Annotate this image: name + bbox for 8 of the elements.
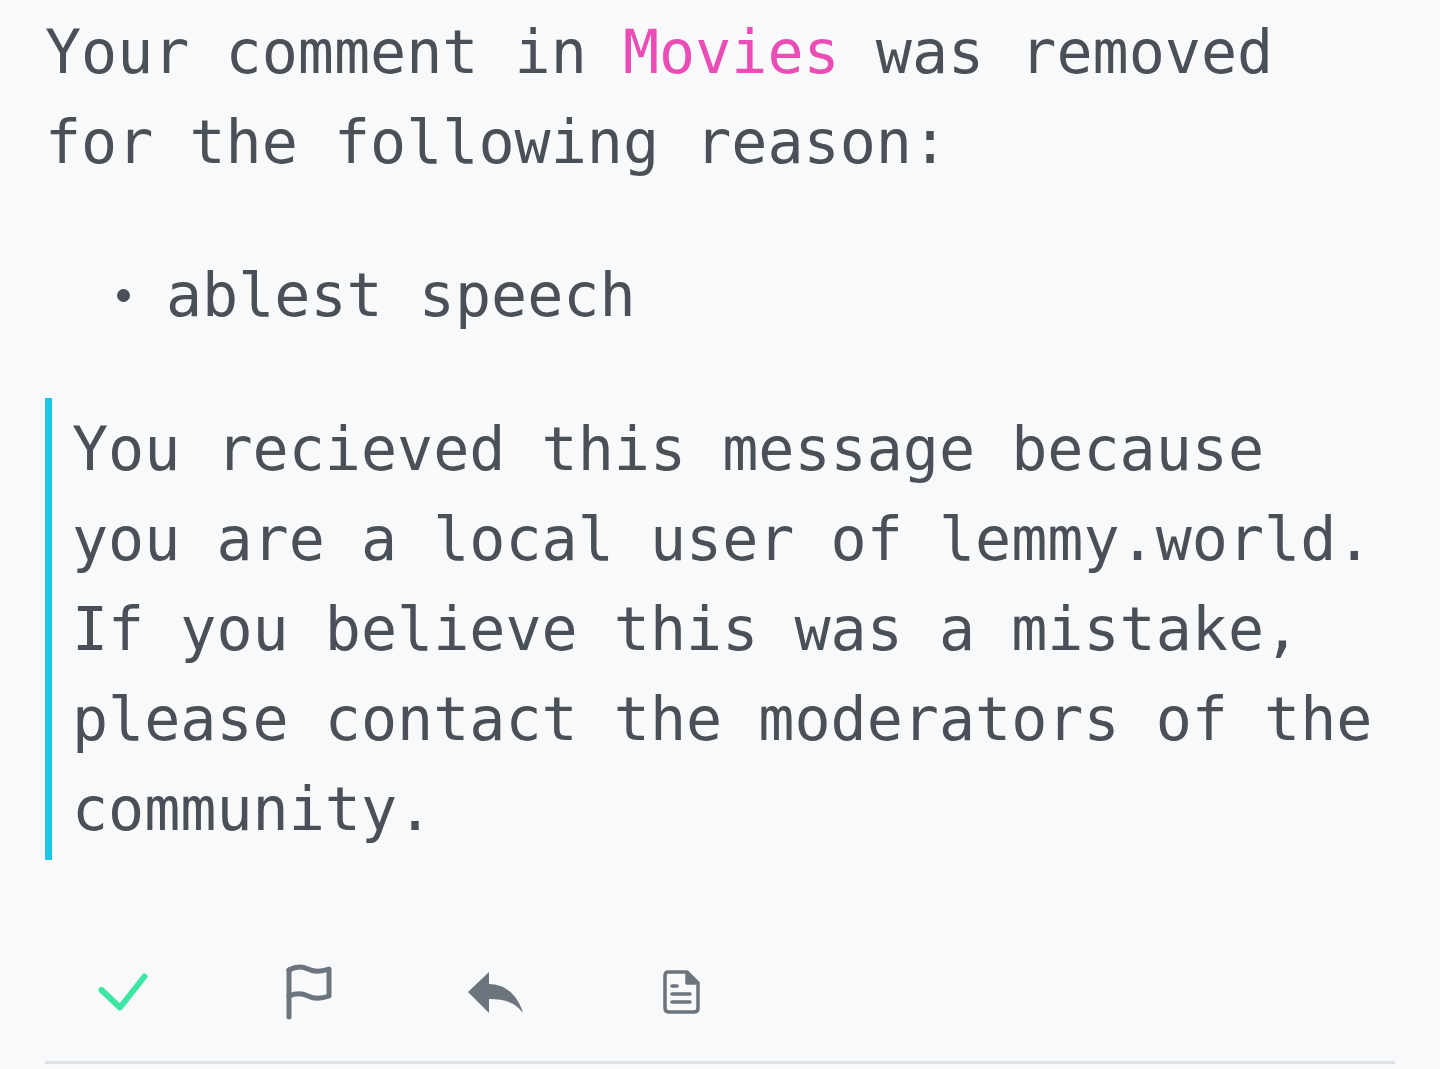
community-link[interactable]: Movies <box>622 17 840 87</box>
document-icon <box>662 970 700 1014</box>
reason-text: ablest speech <box>166 259 636 332</box>
removal-notice-text: Your comment in Movies was removed for the following reason: <box>45 16 1275 179</box>
flag-icon <box>286 964 332 1020</box>
reply-icon <box>467 971 523 1013</box>
notice-text: You recieved this message because you are a local user of lemmy.world. If you believe this was a mistake, please contact the moderators of the community. <box>71 413 1374 846</box>
bullet-icon <box>117 288 130 302</box>
